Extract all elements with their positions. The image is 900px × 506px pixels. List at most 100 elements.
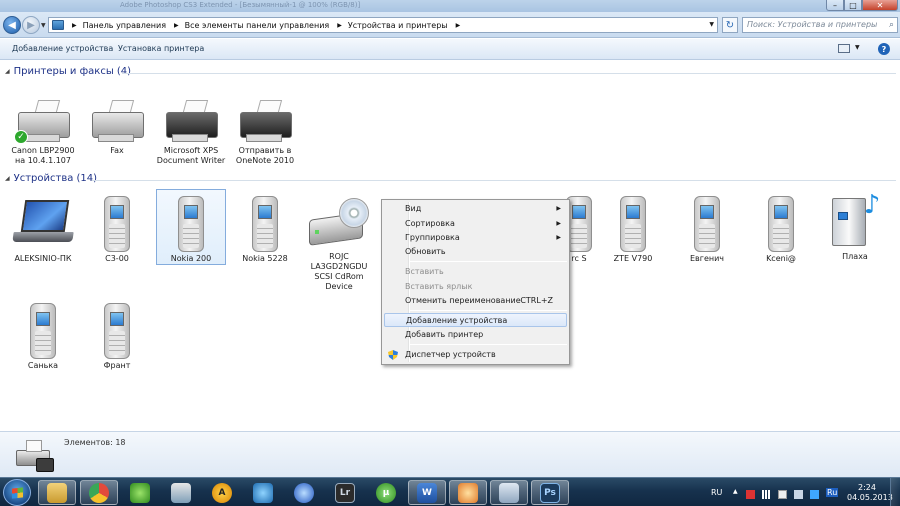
phone-icon xyxy=(104,303,130,359)
menu-item-group[interactable]: Группировка ▶ xyxy=(384,231,567,245)
device-item-fax[interactable]: Fax xyxy=(82,96,152,156)
clock[interactable]: 2:24 04.05.2013 xyxy=(847,483,893,503)
menu-separator xyxy=(410,261,567,262)
device-item-plaha[interactable]: ♪ Плаха xyxy=(820,190,890,262)
view-dropdown-icon[interactable]: ▼ xyxy=(855,44,860,51)
breadcrumb-all-items[interactable]: Все элементы панели управления ▶ xyxy=(185,21,348,30)
globe-icon xyxy=(294,482,314,503)
windows-logo-icon xyxy=(12,487,23,499)
show-desktop-button[interactable] xyxy=(890,478,900,506)
minimize-button[interactable]: – xyxy=(826,0,844,11)
submenu-arrow-icon: ▶ xyxy=(556,220,561,227)
arrow-right-icon: ▶ xyxy=(27,19,35,31)
tray-expand-icon[interactable]: ▲ xyxy=(733,488,738,495)
menu-item-sort[interactable]: Сортировка ▶ xyxy=(384,217,567,231)
taskbar-network[interactable] xyxy=(162,480,200,505)
taskbar-media[interactable] xyxy=(244,480,282,505)
search-input[interactable]: Поиск: Устройства и принтеры ⌕ xyxy=(742,17,898,33)
lightroom-icon: Lr xyxy=(335,482,355,503)
device-item-cdrom[interactable]: ROJC LA3GD2NGDU SCSI CdRom Device xyxy=(304,196,374,292)
submenu-arrow-icon: ▶ xyxy=(556,234,561,241)
device-item-evgenich[interactable]: Евгенич xyxy=(672,196,742,264)
breadcrumb-devices-printers[interactable]: Устройства и принтеры ▶ xyxy=(348,21,466,30)
action-center-icon[interactable] xyxy=(778,490,787,499)
media-icon xyxy=(253,482,273,503)
recent-pages-dropdown[interactable]: ▼ xyxy=(41,22,46,29)
keyboard-layout-icon[interactable]: Ru xyxy=(826,488,839,497)
photoshop-icon: Ps xyxy=(540,482,560,503)
help-icon[interactable]: ? xyxy=(878,43,890,55)
taskbar-aimp[interactable]: A xyxy=(203,480,241,505)
change-view-icon[interactable] xyxy=(838,44,850,53)
submenu-arrow-icon: ▶ xyxy=(556,205,561,212)
phone-icon xyxy=(252,196,278,252)
chevron-right-icon: ▶ xyxy=(455,21,461,29)
close-button[interactable]: ✕ xyxy=(862,0,898,11)
menu-item-add-printer[interactable]: Добавить принтер xyxy=(384,328,567,342)
taskbar: A Lr µ W Ps RU ▲ Ru 2:24 04.05.2013 xyxy=(0,477,900,506)
device-item-laptop[interactable]: ALEKSINIO-ПК xyxy=(8,196,78,264)
fax-icon xyxy=(88,96,146,146)
breadcrumb-control-panel[interactable]: Панель управления ▶ xyxy=(83,21,185,30)
menu-item-refresh[interactable]: Обновить xyxy=(384,245,567,259)
volume-icon[interactable] xyxy=(794,490,803,499)
phone-icon xyxy=(178,196,204,252)
network-tray-icon[interactable] xyxy=(810,490,819,499)
phone-icon xyxy=(620,196,646,252)
taskbar-word[interactable]: W xyxy=(408,480,446,505)
tray-app-icon[interactable] xyxy=(746,490,755,499)
context-menu: Вид ▶ Сортировка ▶ Группировка ▶ Обновить В… xyxy=(381,199,570,365)
language-indicator[interactable]: RU xyxy=(711,488,722,497)
menu-item-view[interactable]: Вид ▶ xyxy=(384,202,567,216)
back-button[interactable]: ◀ xyxy=(3,16,21,34)
group-divider xyxy=(92,180,896,181)
phone-icon xyxy=(30,303,56,359)
item-count: Элементов: 18 xyxy=(64,438,126,447)
device-item-onenote[interactable]: Отправить в OneNote 2010 xyxy=(230,96,300,166)
taskbar-butterfly[interactable] xyxy=(121,480,159,505)
taskbar-chrome[interactable] xyxy=(80,480,118,505)
refresh-button[interactable]: ↻ xyxy=(722,17,738,33)
add-device-button[interactable]: Добавление устройства xyxy=(12,44,113,53)
taskbar-globe[interactable] xyxy=(285,480,323,505)
address-dropdown[interactable]: ▼ xyxy=(709,21,714,28)
window-title: Adobe Photoshop CS3 Extended - [Безымянн… xyxy=(120,1,361,9)
device-item-nokia-200[interactable]: Nokia 200 xyxy=(156,189,226,265)
menu-item-device-manager[interactable]: Диспетчер устройств xyxy=(384,348,567,362)
group-header-devices[interactable]: ◢ Устройства (14) xyxy=(5,173,97,184)
taskbar-paint[interactable] xyxy=(449,480,487,505)
taskbar-photoshop[interactable]: Ps xyxy=(531,480,569,505)
device-item-c3-00[interactable]: C3-00 xyxy=(82,196,152,264)
search-icon[interactable]: ⌕ xyxy=(889,20,894,30)
chrome-icon xyxy=(89,482,109,503)
forward-button[interactable]: ▶ xyxy=(22,16,40,34)
address-bar[interactable]: ▶ Панель управления ▶ Все элементы панели… xyxy=(48,17,718,33)
phone-icon xyxy=(104,196,130,252)
group-header-printers[interactable]: ◢ Принтеры и факсы (4) xyxy=(5,66,131,77)
signal-icon[interactable] xyxy=(762,490,771,499)
device-item-zte-v790[interactable]: ZTE V790 xyxy=(598,196,668,264)
control-panel-icon xyxy=(52,20,64,30)
menu-separator xyxy=(410,344,567,345)
menu-item-add-device[interactable]: Добавление устройства xyxy=(384,313,567,327)
network-icon xyxy=(171,482,191,503)
device-item-nokia-5228[interactable]: Nokia 5228 xyxy=(230,196,300,264)
start-button[interactable] xyxy=(3,479,31,506)
collapse-triangle-icon[interactable]: ◢ xyxy=(5,68,10,75)
menu-item-undo-rename[interactable]: Отменить переименование CTRL+Z xyxy=(384,294,567,308)
maximize-button[interactable]: □ xyxy=(844,0,862,11)
taskbar-explorer[interactable] xyxy=(38,480,76,505)
taskbar-devices[interactable] xyxy=(490,480,528,505)
install-printer-button[interactable]: Установка принтера xyxy=(118,44,204,53)
phone-icon xyxy=(768,196,794,252)
title-bar: Adobe Photoshop CS3 Extended - [Безымянн… xyxy=(0,0,900,12)
device-item-kceni[interactable]: Kceni@ xyxy=(746,196,816,264)
device-item-canon[interactable]: ✓ Canon LBP2900 на 10.4.1.107 xyxy=(8,96,78,166)
device-item-frant[interactable]: Франт xyxy=(82,303,152,371)
collapse-triangle-icon[interactable]: ◢ xyxy=(5,175,10,182)
device-item-xps[interactable]: Microsoft XPS Document Writer xyxy=(156,96,226,166)
device-item-sanka[interactable]: Санька xyxy=(8,303,78,371)
taskbar-lightroom[interactable]: Lr xyxy=(326,480,364,505)
media-device-icon: ♪ xyxy=(828,190,882,248)
taskbar-utorrent[interactable]: µ xyxy=(367,480,405,505)
